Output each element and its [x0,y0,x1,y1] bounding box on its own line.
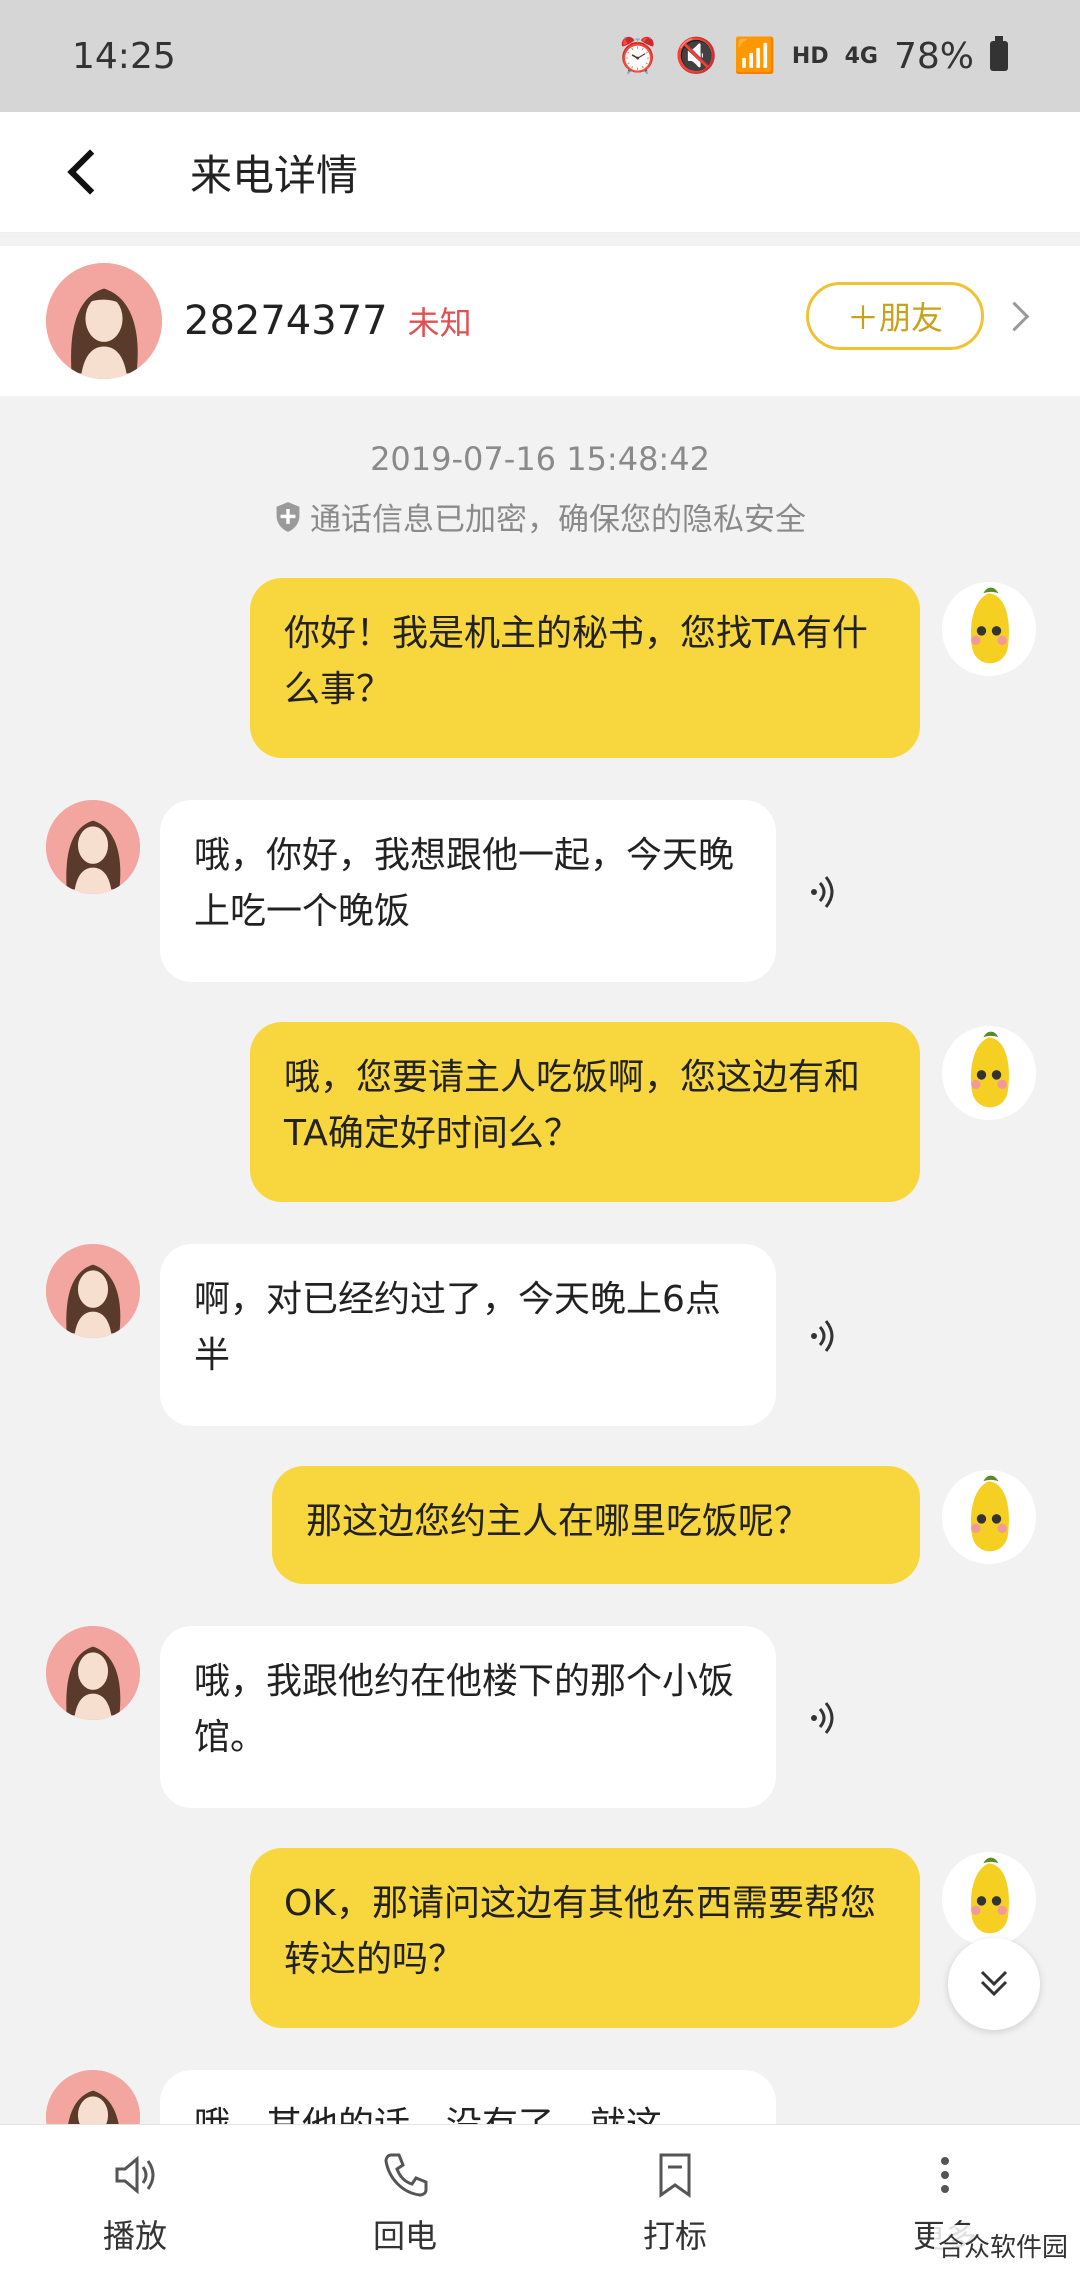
message-text: 啊，对已经约过了，今天晚上6点半 [194,1279,721,1376]
status-time: 14:25 [72,35,176,77]
scroll-down-button[interactable] [948,1938,1040,2030]
chevron-right-icon[interactable] [999,301,1030,332]
battery-icon [990,36,1008,71]
caller-avatar [46,1244,140,1338]
message-text: 你好！我是机主的秘书，您找TA有什么事？ [284,613,868,710]
message-text: 哦，我跟他约在他楼下的那个小饭馆。 [194,1661,735,1758]
assistant-avatar [942,582,1036,676]
phone-icon [384,2153,428,2197]
network-label: HD [791,43,829,69]
message-text: 那这边您约主人在哪里吃饭呢？ [306,1501,811,1542]
message-text: 哦，你好，我想跟他一起，今天晚上吃一个晚饭 [194,835,735,932]
play-label: 播放 [102,2217,167,2255]
back-arrow-icon [67,149,113,195]
wifi-icon: 📶 [733,36,776,76]
more-vertical-icon [941,2157,949,2193]
shield-icon [276,501,300,532]
message-bubble-assistant: 哦，您要请主人吃饭啊，您这边有和TA确定好时间么？ [250,1022,920,1202]
avatar[interactable] [46,263,162,379]
header: 来电详情 [0,112,1080,233]
assistant-avatar [942,1026,1036,1120]
callback-button[interactable]: 回电 [305,2149,505,2257]
play-button[interactable]: 播放 [35,2149,235,2257]
mark-button[interactable]: 打标 [575,2149,775,2257]
message-bubble-assistant: 那这边您约主人在哪里吃饭呢？ [272,1466,920,1584]
battery-percent: 78% [893,35,974,77]
page-title: 来电详情 [190,150,359,200]
voice-play-icon[interactable] [804,872,844,912]
status-bar: 14:25 ⏰ 🔇 📶 HD 4G 78% [0,0,1080,112]
bottom-action-bar: 播放 回电 打标 更多 [0,2124,1080,2281]
mute-icon: 🔇 [675,36,718,76]
caller-avatar [46,1626,140,1720]
message-text: OK，那请问这边有其他东西需要帮您转达的吗？ [284,1883,876,1980]
message-text: 哦，您要请主人吃饭啊，您这边有和TA确定好时间么？ [284,1057,861,1154]
contact-row[interactable]: 28274377 未知 ＋朋友 [0,246,1080,396]
caller-avatar [46,800,140,894]
privacy-note-text: 通话信息已加密，确保您的隐私安全 [310,502,806,538]
voice-play-icon[interactable] [804,1698,844,1738]
privacy-note: 通话信息已加密，确保您的隐私安全 [0,494,1080,539]
add-friend-button[interactable]: ＋朋友 [806,282,984,350]
message-bubble-assistant: OK，那请问这边有其他东西需要帮您转达的吗？ [250,1848,920,2028]
bookmark-icon [659,2153,691,2198]
back-button[interactable] [44,132,124,212]
callback-label: 回电 [372,2217,437,2255]
message-bubble-caller: 哦，我跟他约在他楼下的那个小饭馆。 [160,1626,776,1808]
message-bubble-caller: 哦，你好，我想跟他一起，今天晚上吃一个晚饭 [160,800,776,982]
signal-label: 4G [844,43,878,69]
status-icons: ⏰ 🔇 📶 HD 4G 78% [617,36,1008,77]
watermark: 合众软件园 [933,2225,1072,2266]
mark-label: 打标 [642,2217,707,2255]
double-chevron-down-icon [980,1970,1008,1997]
voice-play-icon[interactable] [804,1316,844,1356]
contact-tag: 未知 [407,304,472,342]
contact-number: 28274377 [184,298,388,344]
call-timestamp: 2019-07-16 15:48:42 [370,440,710,478]
assistant-avatar [942,1470,1036,1564]
speaker-icon [115,2155,155,2195]
message-bubble-caller: 啊，对已经约过了，今天晚上6点半 [160,1244,776,1426]
assistant-avatar [942,1852,1036,1946]
alarm-icon: ⏰ [616,36,660,76]
message-bubble-assistant: 你好！我是机主的秘书，您找TA有什么事？ [250,578,920,758]
